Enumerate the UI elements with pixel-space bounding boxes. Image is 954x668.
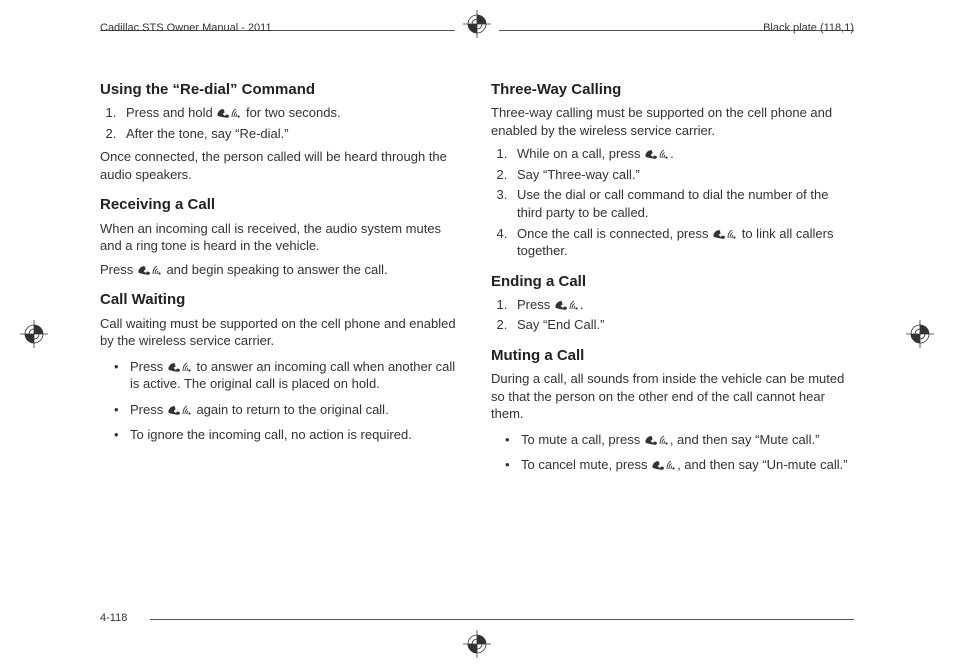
list-item: Say “Three-way call.” bbox=[511, 166, 854, 184]
heading-receiving: Receiving a Call bbox=[100, 195, 463, 215]
phone-voice-icon bbox=[644, 433, 670, 445]
list-item: Say “End Call.” bbox=[511, 316, 854, 334]
text: , and then say “Mute call.” bbox=[670, 432, 820, 447]
list-item: Use the dial or call command to dial the… bbox=[511, 186, 854, 221]
text: To mute a call, press bbox=[521, 432, 644, 447]
phone-voice-icon bbox=[137, 263, 163, 275]
list-item: Once the call is connected, press to lin… bbox=[511, 225, 854, 260]
body-text: Once connected, the person called will b… bbox=[100, 148, 463, 183]
phone-voice-icon bbox=[167, 403, 193, 415]
heading-three-way: Three-Way Calling bbox=[491, 80, 854, 100]
text: Press bbox=[130, 359, 167, 374]
phone-voice-icon bbox=[554, 298, 580, 310]
phone-voice-icon bbox=[712, 227, 738, 239]
left-column: Using the “Re-dial” Command Press and ho… bbox=[100, 80, 463, 598]
content-area: Using the “Re-dial” Command Press and ho… bbox=[100, 80, 854, 598]
phone-voice-icon bbox=[167, 360, 193, 372]
list-item: Press to answer an incoming call when an… bbox=[120, 358, 463, 393]
right-column: Three-Way Calling Three-way calling must… bbox=[491, 80, 854, 598]
phone-voice-icon bbox=[216, 106, 242, 118]
heading-muting: Muting a Call bbox=[491, 346, 854, 366]
page: Cadillac STS Owner Manual - 2011 Black p… bbox=[0, 0, 954, 668]
body-text: When an incoming call is received, the a… bbox=[100, 220, 463, 255]
reg-mark-bottom bbox=[463, 630, 491, 658]
page-number: 4-118 bbox=[100, 612, 127, 624]
list-item: Press again to return to the original ca… bbox=[120, 401, 463, 419]
heading-call-waiting: Call Waiting bbox=[100, 290, 463, 310]
muting-list: To mute a call, press , and then say “Mu… bbox=[491, 431, 854, 474]
list-item: To cancel mute, press , and then say “Un… bbox=[511, 456, 854, 474]
text: Press bbox=[100, 262, 137, 277]
body-text: Press and begin speaking to answer the c… bbox=[100, 261, 463, 279]
list-item: While on a call, press . bbox=[511, 145, 854, 163]
text: To cancel mute, press bbox=[521, 457, 651, 472]
text: and begin speaking to answer the call. bbox=[163, 262, 388, 277]
list-item: To ignore the incoming call, no action i… bbox=[120, 426, 463, 444]
text: Once the call is connected, press bbox=[517, 226, 712, 241]
body-text: During a call, all sounds from inside th… bbox=[491, 370, 854, 423]
text: for two seconds. bbox=[242, 105, 340, 120]
phone-voice-icon bbox=[651, 458, 677, 470]
redial-steps: Press and hold for two seconds. After th… bbox=[100, 104, 463, 142]
list-item: After the tone, say “Re-dial.” bbox=[120, 125, 463, 143]
call-waiting-list: Press to answer an incoming call when an… bbox=[100, 358, 463, 444]
text: While on a call, press bbox=[517, 146, 644, 161]
list-item: To mute a call, press , and then say “Mu… bbox=[511, 431, 854, 449]
heading-redial: Using the “Re-dial” Command bbox=[100, 80, 463, 100]
print-header: Cadillac STS Owner Manual - 2011 Black p… bbox=[0, 20, 954, 42]
three-way-steps: While on a call, press . Say “Three-way … bbox=[491, 145, 854, 259]
text: Press bbox=[517, 297, 554, 312]
text: Press bbox=[130, 402, 167, 417]
print-footer: 4-118 bbox=[100, 612, 854, 628]
reg-mark-left bbox=[20, 320, 48, 348]
text: . bbox=[670, 146, 674, 161]
text: Press and hold bbox=[126, 105, 216, 120]
reg-mark-right bbox=[906, 320, 934, 348]
header-doc-title: Cadillac STS Owner Manual - 2011 bbox=[100, 22, 272, 34]
heading-ending: Ending a Call bbox=[491, 272, 854, 292]
phone-voice-icon bbox=[644, 147, 670, 159]
body-text: Three-way calling must be supported on t… bbox=[491, 104, 854, 139]
text: , and then say “Un-mute call.” bbox=[677, 457, 848, 472]
text: again to return to the original call. bbox=[193, 402, 389, 417]
footer-rule bbox=[150, 619, 854, 620]
ending-steps: Press . Say “End Call.” bbox=[491, 296, 854, 334]
list-item: Press and hold for two seconds. bbox=[120, 104, 463, 122]
text: . bbox=[580, 297, 584, 312]
body-text: Call waiting must be supported on the ce… bbox=[100, 315, 463, 350]
header-plate-label: Black plate (118,1) bbox=[763, 22, 854, 34]
list-item: Press . bbox=[511, 296, 854, 314]
